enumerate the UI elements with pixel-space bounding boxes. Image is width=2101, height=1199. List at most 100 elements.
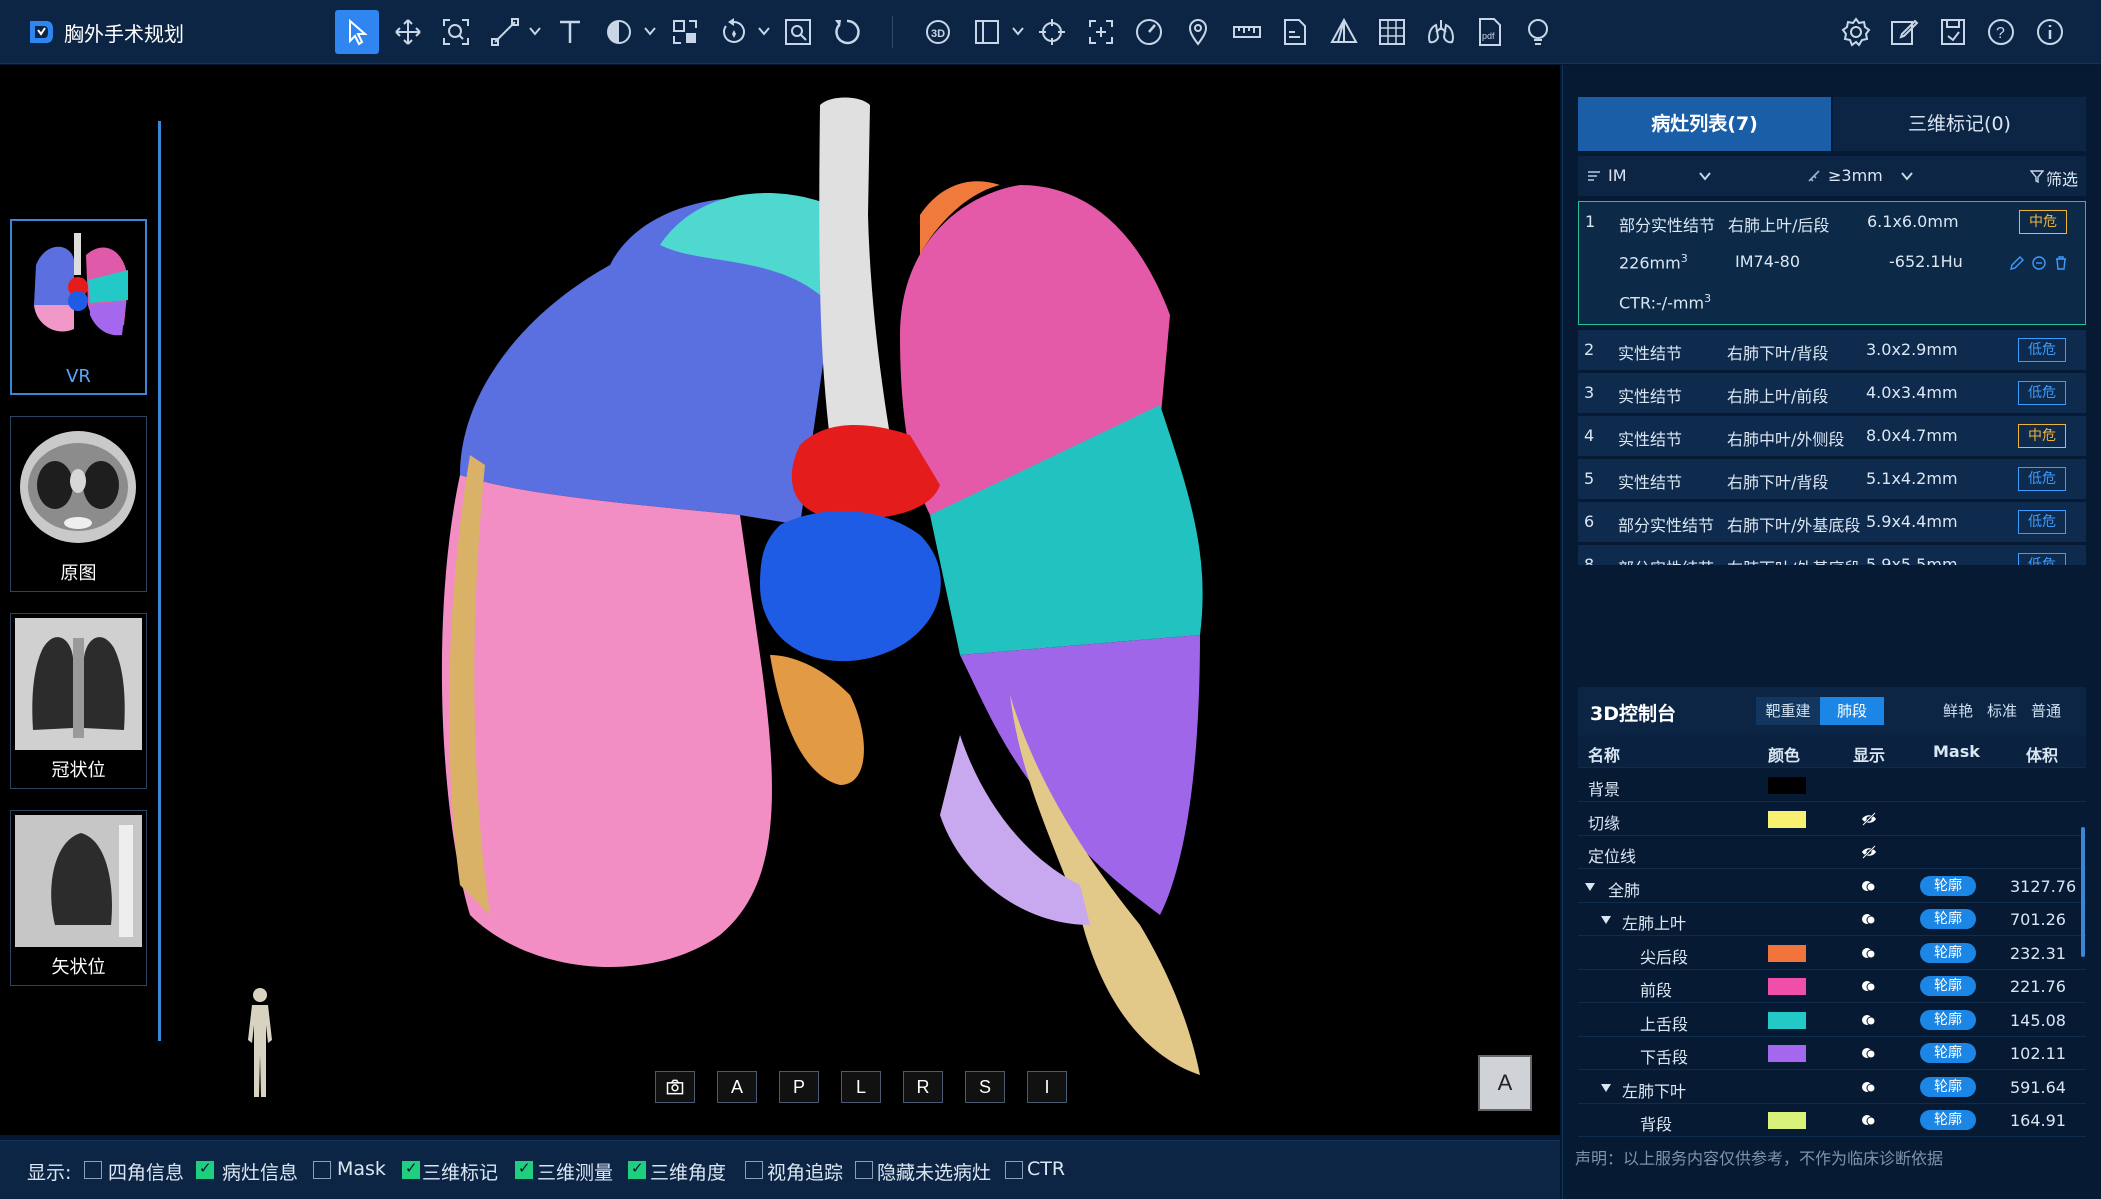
mask-outline-toggle[interactable]: 轮廓 (1920, 976, 1976, 996)
visibility-toggle-icon[interactable] (1861, 879, 1877, 893)
collapse-triangle-icon[interactable] (1584, 881, 1596, 893)
filter-button[interactable]: 筛选 (2030, 160, 2086, 192)
settings-button[interactable] (1834, 10, 1878, 54)
tab-3d-marks[interactable]: 三维标记(0) (1833, 97, 2086, 151)
series-select[interactable]: IM (1608, 160, 1720, 192)
visibility-toggle-icon[interactable] (1861, 979, 1877, 993)
layer-row[interactable]: 切缘 (1578, 803, 2086, 836)
layer-color-swatch[interactable] (1768, 777, 1806, 794)
delete-icon[interactable] (2053, 255, 2069, 271)
thumbnail-scrollbar[interactable] (158, 121, 161, 1041)
layer-row[interactable]: 前段 轮廓 221.76 (1578, 970, 2086, 1003)
display-option-label[interactable]: 三维角度 (650, 1158, 726, 1185)
display-option-label[interactable]: CTR (1027, 1158, 1065, 1180)
display-checkbox[interactable] (1005, 1161, 1023, 1179)
render-mode-vivid[interactable]: 鲜艳 (1938, 697, 1978, 725)
lesion-row[interactable]: 2 实性结节 右肺下叶/背段 3.0x2.9mm 低危 (1578, 330, 2086, 370)
zoom-window-button[interactable] (434, 10, 478, 54)
display-option-label[interactable]: 三维测量 (537, 1158, 613, 1185)
lesion-row[interactable]: 6 部分实性结节 右肺下叶/外基底段 5.9x4.4mm 低危 (1578, 502, 2086, 542)
layer-row[interactable]: 尖后段 轮廓 232.31 (1578, 937, 2086, 970)
collapse-triangle-icon[interactable] (1600, 1082, 1612, 1094)
layer-color-swatch[interactable] (1768, 1112, 1806, 1129)
layer-row[interactable]: 左肺上叶 轮廓 701.26 (1578, 903, 2086, 936)
layer-row[interactable]: 左肺下叶 轮廓 591.64 (1578, 1071, 2086, 1104)
3d-viewport[interactable]: VR 原图 冠状位 矢状位 A P L R S I A (0, 65, 1560, 1135)
mask-outline-toggle[interactable]: 轮廓 (1920, 1076, 1976, 1097)
layer-row[interactable]: 背景 (1578, 769, 2086, 802)
speed-gauge-button[interactable] (1127, 10, 1171, 54)
layer-color-swatch[interactable] (1768, 810, 1806, 828)
mask-outline-toggle[interactable]: 轮廓 (1920, 909, 1976, 929)
grid-button[interactable] (1370, 10, 1414, 54)
reset-button[interactable] (825, 10, 869, 54)
info-button[interactable] (2028, 10, 2072, 54)
3d-view-button[interactable]: 3D (916, 10, 960, 54)
display-checkbox[interactable] (196, 1159, 214, 1179)
orientation-cube[interactable]: A (1478, 1055, 1532, 1111)
report-button[interactable] (1273, 10, 1317, 54)
visibility-toggle-icon[interactable] (1861, 1080, 1877, 1094)
layer-row[interactable]: 下舌段 轮廓 102.11 (1578, 1037, 2086, 1070)
display-checkbox[interactable] (628, 1159, 646, 1179)
mask-outline-toggle[interactable]: 轮廓 (1920, 1043, 1976, 1063)
chevron-down-icon[interactable] (528, 24, 542, 38)
visibility-toggle-icon[interactable] (1861, 1113, 1877, 1127)
size-select[interactable]: ≥3mm (1828, 160, 1918, 192)
layer-row[interactable]: 背段 轮廓 164.91 (1578, 1104, 2086, 1137)
display-option-label[interactable]: 四角信息 (108, 1158, 184, 1185)
chevron-down-icon[interactable] (757, 24, 771, 38)
mode-tab-lung-segment[interactable]: 肺段 (1820, 697, 1884, 725)
visibility-toggle-icon[interactable] (1861, 946, 1877, 960)
eye-hidden-icon[interactable] (1861, 845, 1877, 859)
collapse-triangle-icon[interactable] (1600, 914, 1612, 926)
mask-outline-toggle[interactable]: 轮廓 (1920, 1009, 1976, 1030)
render-mode-normal[interactable]: 普通 (2026, 697, 2066, 725)
eye-hidden-icon[interactable] (1861, 811, 1877, 826)
lesion-row[interactable]: 3 实性结节 右肺上叶/前段 4.0x3.4mm 低危 (1578, 373, 2086, 413)
render-mode-standard[interactable]: 标准 (1982, 697, 2022, 725)
sort-icon[interactable] (1586, 168, 1602, 184)
view-right-button[interactable]: R (903, 1071, 943, 1103)
visibility-toggle-icon[interactable] (1861, 1046, 1877, 1060)
move-tool-button[interactable] (386, 10, 430, 54)
view-superior-button[interactable]: S (965, 1071, 1005, 1103)
text-tool-button[interactable] (548, 10, 592, 54)
visibility-toggle-icon[interactable] (1861, 1013, 1877, 1027)
chevron-down-icon[interactable] (1011, 24, 1025, 38)
lesion-row[interactable]: 4 实性结节 右肺中叶/外侧段 8.0x4.7mm 中危 (1578, 416, 2086, 456)
lung-button[interactable] (1419, 10, 1463, 54)
display-option-label[interactable]: 三维标记 (422, 1158, 498, 1185)
control-scrollbar[interactable] (2081, 827, 2085, 957)
mask-outline-toggle[interactable]: 轮廓 (1920, 942, 1976, 963)
layer-row[interactable]: 上舌段 轮廓 145.08 (1578, 1004, 2086, 1037)
edit-pencil-icon[interactable] (2009, 255, 2025, 271)
display-checkbox[interactable] (515, 1159, 533, 1179)
mask-outline-toggle[interactable]: 轮廓 (1920, 875, 1976, 896)
location-pin-button[interactable] (1176, 10, 1220, 54)
ruler-button[interactable] (1225, 10, 1269, 54)
thumbnail-vr[interactable]: VR (10, 219, 147, 395)
focus-frame-button[interactable] (1079, 10, 1123, 54)
pyramid-button[interactable] (1322, 10, 1366, 54)
mode-tab-target-recon[interactable]: 靶重建 (1756, 697, 1820, 725)
lesion-row-selected[interactable]: 1 部分实性结节 右肺上叶/后段 6.1x6.0mm 中危 226mm3 IM7… (1578, 201, 2086, 325)
layer-row[interactable]: 定位线 (1578, 836, 2086, 869)
mask-outline-toggle[interactable]: 轮廓 (1920, 1110, 1976, 1130)
display-checkbox[interactable] (855, 1161, 873, 1179)
layout-button[interactable] (965, 10, 1009, 54)
magnify-tool-button[interactable] (776, 10, 820, 54)
screenshot-button[interactable] (655, 1071, 695, 1103)
lesion-row[interactable]: 5 实性结节 右肺下叶/背段 5.1x4.2mm 低危 (1578, 459, 2086, 499)
lung-3d-render[interactable] (400, 95, 1360, 1095)
tab-lesion-list[interactable]: 病灶列表(7) (1578, 97, 1831, 151)
edit-button[interactable] (1882, 10, 1926, 54)
layer-row[interactable]: 全肺 轮廓 3127.76 (1578, 870, 2086, 903)
display-checkbox[interactable] (84, 1161, 102, 1179)
display-option-label[interactable]: Mask (337, 1158, 386, 1180)
crop-tool-button[interactable] (663, 10, 707, 54)
display-option-label[interactable]: 病灶信息 (222, 1158, 298, 1185)
crosshair-button[interactable] (1030, 10, 1074, 54)
bulb-button[interactable] (1516, 10, 1560, 54)
display-checkbox[interactable] (313, 1161, 331, 1179)
